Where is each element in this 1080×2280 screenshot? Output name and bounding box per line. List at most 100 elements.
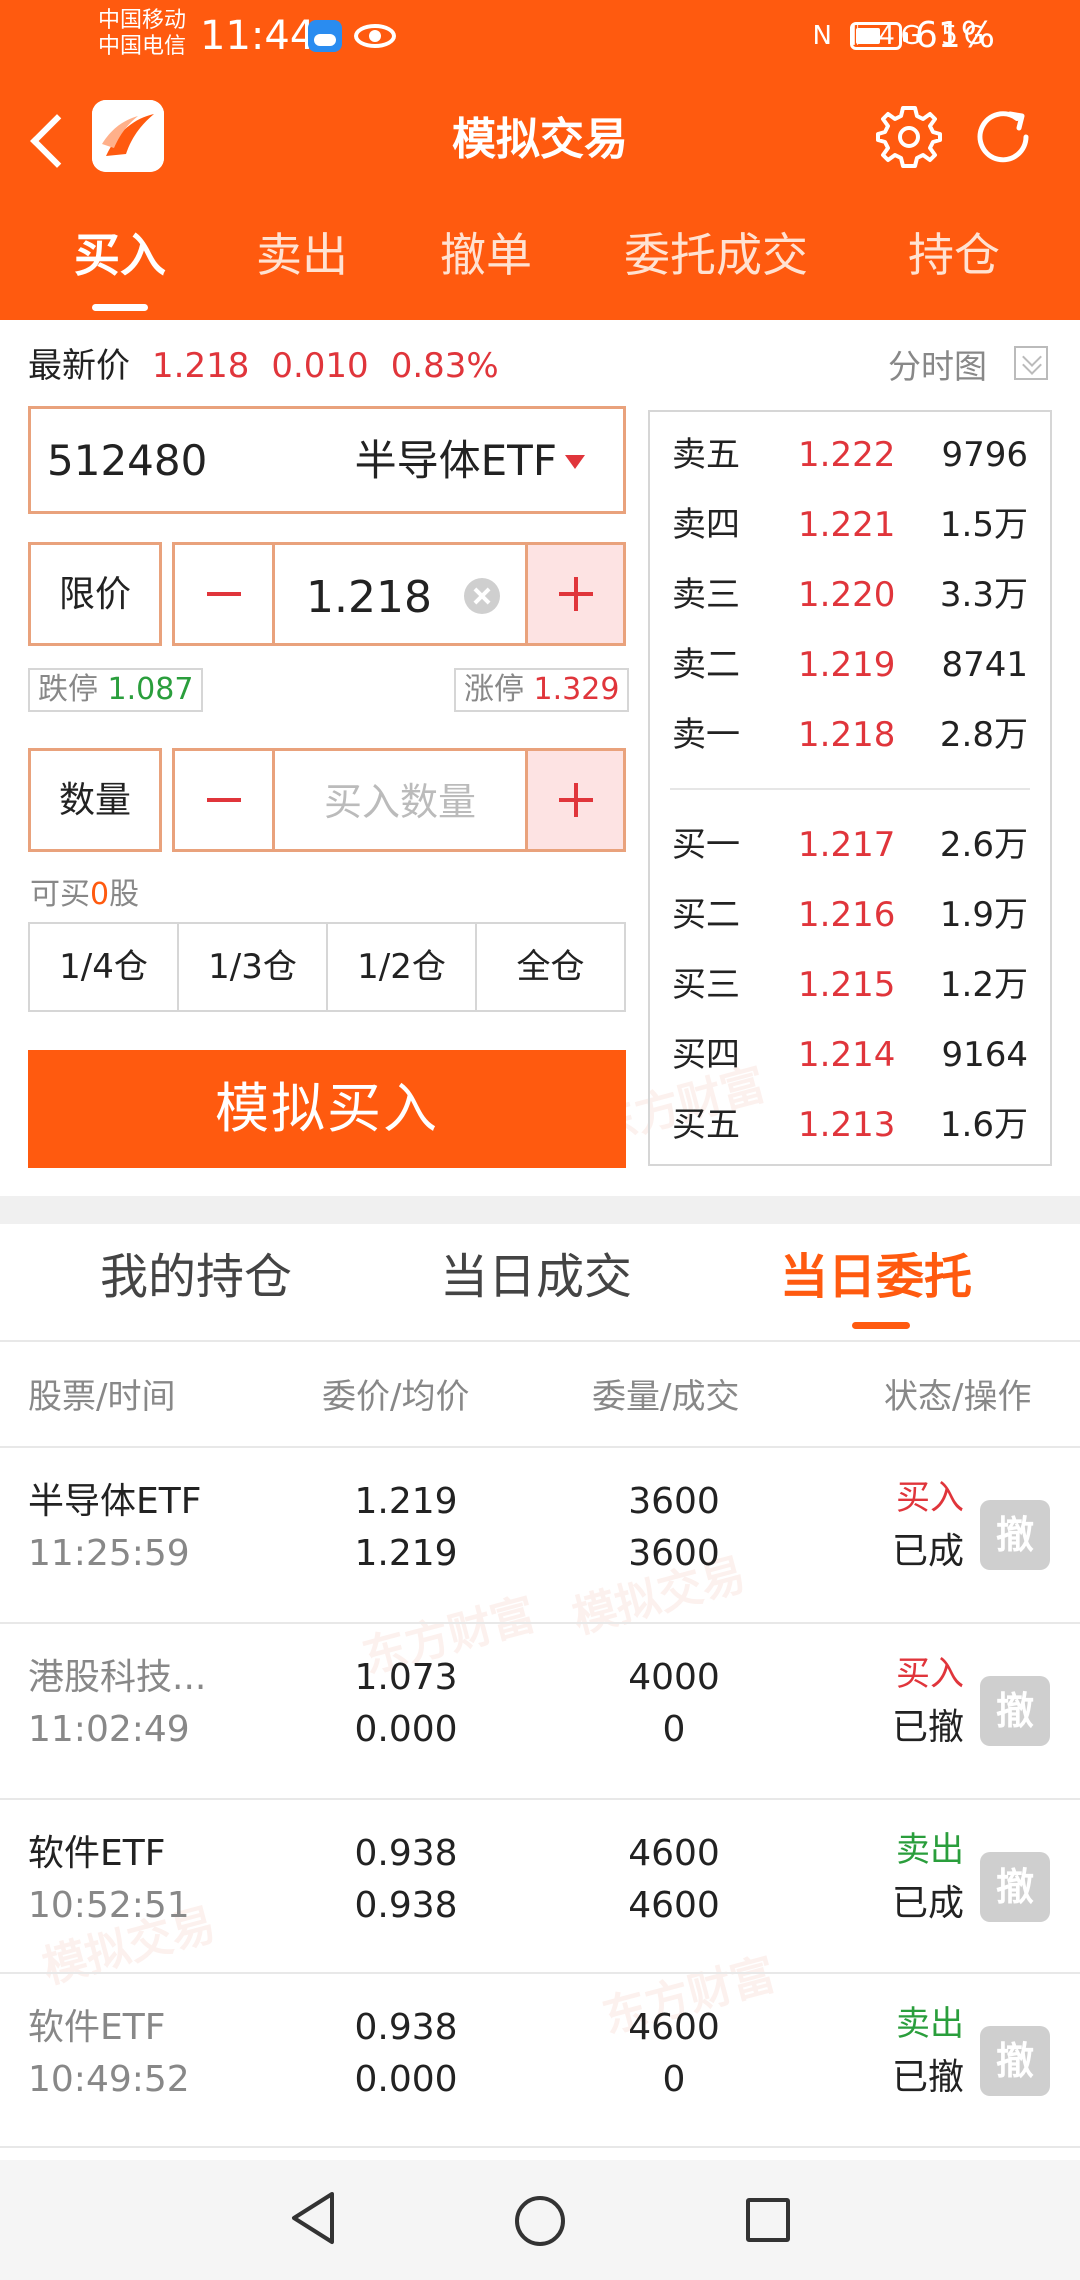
price-decrease-button[interactable] (175, 545, 275, 643)
bid-volume: 1.9万 (939, 895, 1028, 935)
status-time: 11:44 (200, 13, 316, 59)
tab-today-trades[interactable]: 当日成交 (440, 1244, 632, 1310)
simulate-buy-button[interactable]: 模拟买入 (28, 1050, 626, 1168)
tab-buy[interactable]: 买入 (74, 222, 166, 288)
dropdown-triangle-icon (565, 455, 585, 469)
order-filled-qty: 4600 (628, 1885, 720, 1926)
bid-volume: 9164 (941, 1035, 1028, 1075)
chevron-down-icon[interactable] (1014, 346, 1048, 380)
nav-back-icon[interactable] (288, 2190, 338, 2246)
ask-price[interactable]: 1.222 (798, 420, 895, 490)
latest-price: 1.218 (152, 346, 250, 386)
ask-price[interactable]: 1.220 (798, 560, 895, 630)
ratio-full-button[interactable]: 全仓 (477, 924, 624, 1010)
ask-level: 卖四 (672, 505, 740, 545)
latest-price-row: 最新价 1.218 0.010 0.83% (28, 340, 499, 392)
ratio-third-button[interactable]: 1/3仓 (179, 924, 328, 1010)
battery-percent: 61% (915, 15, 996, 56)
order-filled-qty: 3600 (628, 1533, 720, 1574)
order-stock-name: 软件ETF (28, 2007, 166, 2048)
bid-level: 买四 (672, 1035, 740, 1075)
bid-price[interactable]: 1.216 (798, 880, 895, 950)
can-buy-prefix: 可买 (30, 877, 90, 912)
ask-price[interactable]: 1.221 (798, 490, 895, 560)
battery-level (856, 28, 880, 44)
list-tab-indicator (852, 1322, 910, 1329)
tab-today-orders[interactable]: 当日委托 (780, 1244, 972, 1310)
tab-orders-trades[interactable]: 委托成交 (624, 222, 808, 288)
nav-home-icon[interactable] (515, 2196, 565, 2246)
quantity-decrease-button[interactable] (175, 751, 275, 849)
battery-icon (850, 22, 908, 50)
ask-row-1: 卖一 1.218 2.8万 (650, 700, 1050, 770)
order-status: 已成 (891, 1883, 964, 1924)
quantity-increase-button[interactable] (525, 751, 623, 849)
table-row[interactable]: 软件ETF 10:52:51 0.938 0.938 4600 4600 卖出 … (0, 1800, 1080, 1974)
table-row[interactable]: 港股科技... 11:02:49 1.073 0.000 4000 0 买入 已… (0, 1624, 1080, 1798)
bid-row-4: 买四 1.214 9164 (650, 1020, 1050, 1090)
trade-tabs: 买入 卖出 撤单 委托成交 持仓 (0, 222, 1080, 312)
section-divider (0, 1196, 1080, 1224)
latest-price-label: 最新价 (28, 346, 130, 386)
gear-icon[interactable] (876, 104, 942, 170)
price-type-box[interactable]: 限价 (28, 542, 162, 646)
order-avg-price: 0.000 (354, 2059, 458, 2100)
carrier-2: 中国电信 (98, 34, 187, 59)
order-time: 10:49:52 (28, 2059, 190, 2100)
bid-volume: 2.6万 (939, 825, 1028, 865)
ask-row-3: 卖三 1.220 3.3万 (650, 560, 1050, 630)
cancel-order-button[interactable]: 撤 (980, 1676, 1050, 1746)
table-row[interactable]: 软件ETF 10:49:52 0.938 0.000 4600 0 卖出 已撤 … (0, 1974, 1080, 2148)
order-book: 卖五 1.222 9796 卖四 1.221 1.5万 卖三 1.220 3.3… (648, 410, 1052, 1166)
ask-price[interactable]: 1.219 (798, 630, 895, 700)
order-stock-name: 软件ETF (28, 1833, 166, 1874)
ask-volume: 3.3万 (939, 575, 1028, 615)
price-change-pct: 0.83% (390, 346, 499, 386)
bid-price[interactable]: 1.214 (798, 1020, 895, 1090)
bid-price[interactable]: 1.213 (798, 1090, 895, 1160)
tab-cancel-order[interactable]: 撤单 (440, 222, 532, 288)
order-status: 已成 (891, 1531, 964, 1572)
ratio-quarter-button[interactable]: 1/4仓 (30, 924, 179, 1010)
divider (0, 2146, 1080, 2148)
tab-my-positions[interactable]: 我的持仓 (100, 1244, 292, 1310)
order-filled-qty: 0 (662, 1709, 686, 1750)
nav-recent-apps-icon[interactable] (746, 2198, 790, 2242)
bid-volume: 1.6万 (939, 1105, 1028, 1145)
order-stock-name: 港股科技... (28, 1657, 207, 1698)
column-status: 状态/操作 (884, 1377, 1032, 1417)
price-increase-button[interactable] (525, 545, 623, 643)
ask-level: 卖二 (672, 645, 740, 685)
intraday-chart-link[interactable]: 分时图 (888, 342, 987, 392)
price-value[interactable]: 1.218 (306, 570, 432, 626)
ask-volume: 1.5万 (939, 505, 1028, 545)
bid-volume: 1.2万 (939, 965, 1028, 1005)
table-row[interactable]: 半导体ETF 11:25:59 1.219 1.219 3600 3600 买入… (0, 1448, 1080, 1622)
tab-positions[interactable]: 持仓 (908, 222, 1000, 288)
bid-price[interactable]: 1.215 (798, 950, 895, 1020)
ask-row-2: 卖二 1.219 8741 (650, 630, 1050, 700)
position-ratio-buttons: 1/4仓 1/3仓 1/2仓 全仓 (28, 922, 626, 1012)
cancel-order-button[interactable]: 撤 (980, 1852, 1050, 1922)
ask-volume: 8741 (941, 645, 1028, 685)
cancel-order-button[interactable]: 撤 (980, 2026, 1050, 2096)
ratio-half-button[interactable]: 1/2仓 (328, 924, 477, 1010)
stock-selector[interactable]: 512480 半导体ETF (28, 406, 626, 514)
order-avg-price: 0.000 (354, 1709, 458, 1750)
refresh-icon[interactable] (970, 104, 1036, 170)
quantity-placeholder[interactable]: 买入数量 (280, 774, 520, 830)
ask-price[interactable]: 1.218 (798, 700, 895, 770)
order-avg-price: 1.219 (354, 1533, 458, 1574)
plus-icon-vertical (573, 783, 578, 817)
ask-row-5: 卖五 1.222 9796 (650, 420, 1050, 490)
order-price: 0.938 (354, 2007, 458, 2048)
column-quantity: 委量/成交 (592, 1377, 740, 1417)
order-qty: 3600 (628, 1481, 720, 1522)
stock-code: 512480 (47, 436, 208, 485)
tab-sell[interactable]: 卖出 (256, 222, 348, 288)
ask-volume: 9796 (941, 435, 1028, 475)
cancel-order-button[interactable]: 撤 (980, 1500, 1050, 1570)
order-side: 买入 (896, 1478, 964, 1518)
clear-icon[interactable] (464, 578, 500, 614)
bid-price[interactable]: 1.217 (798, 810, 895, 880)
